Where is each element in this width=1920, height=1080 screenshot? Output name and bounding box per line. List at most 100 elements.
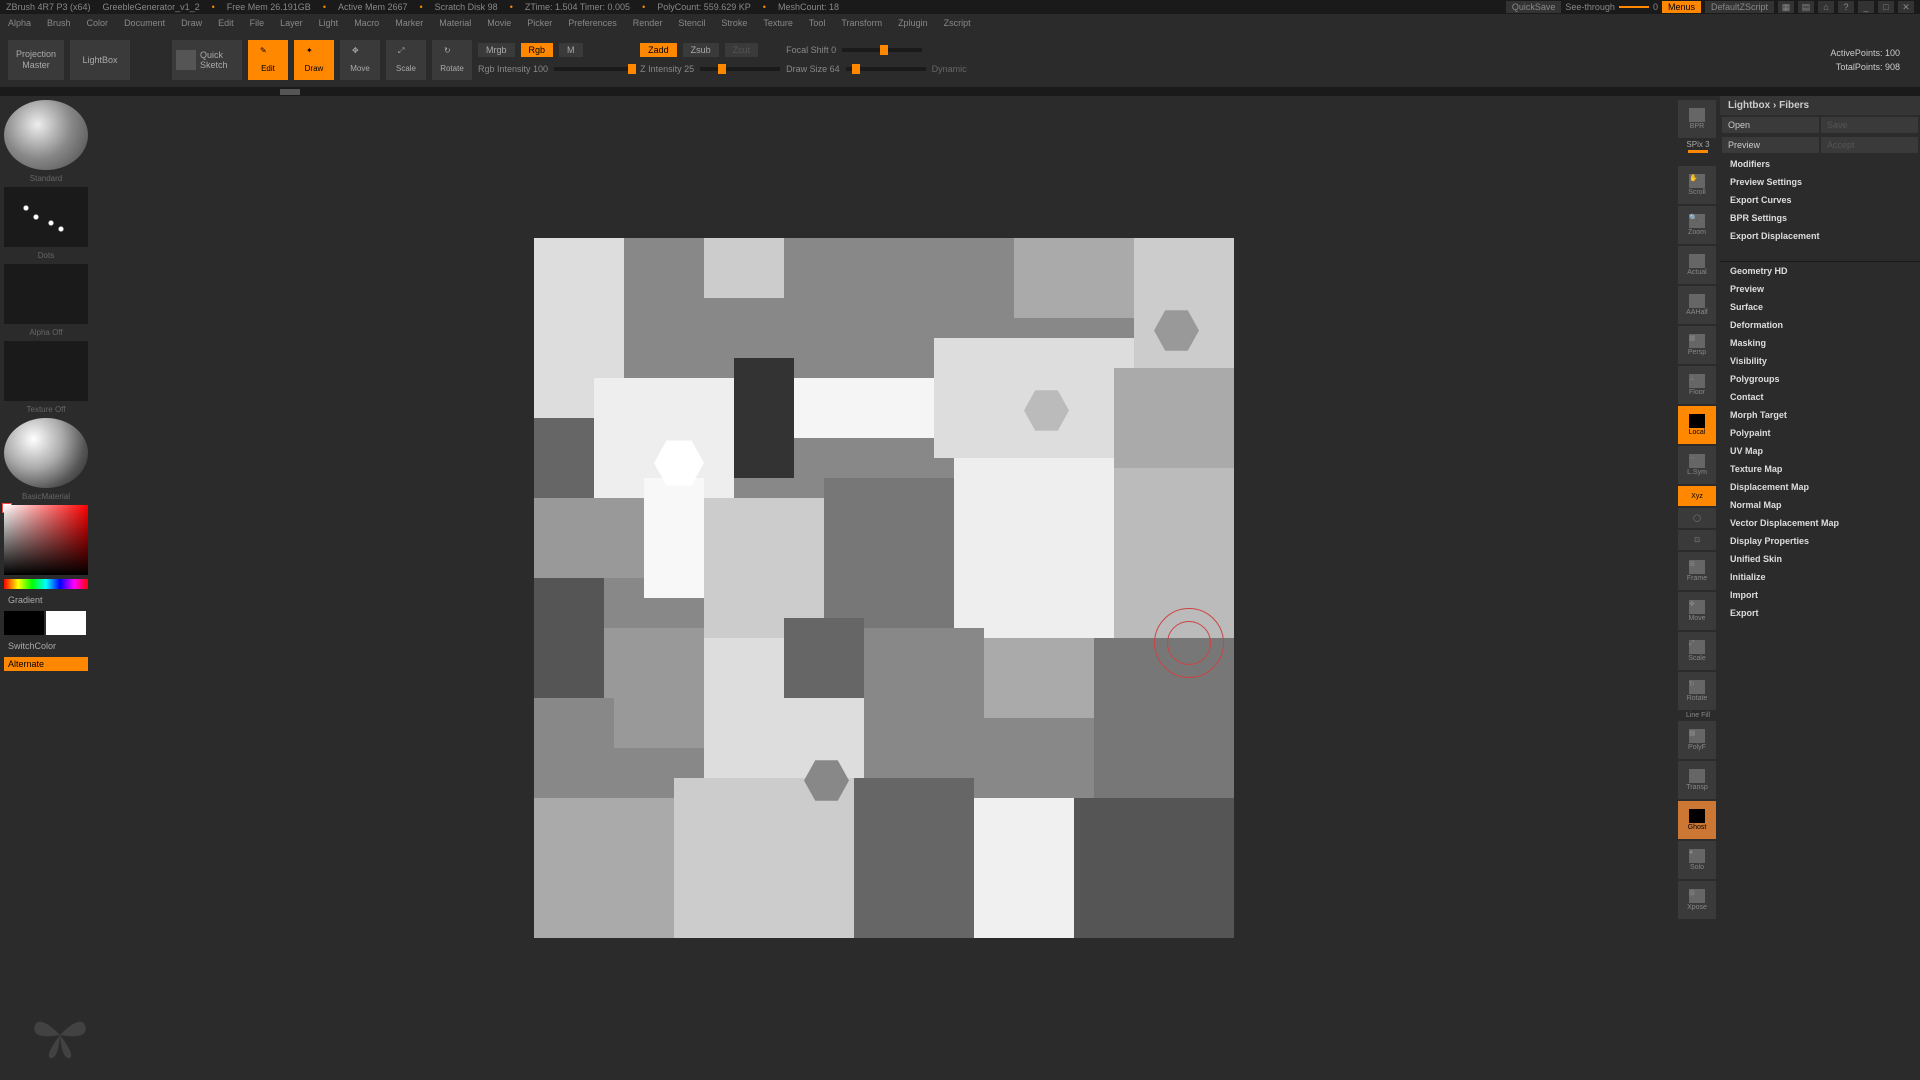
export-section[interactable]: Export xyxy=(1720,604,1920,622)
polyf-button[interactable]: ▦PolyF xyxy=(1678,721,1716,759)
geometry-hd-section[interactable]: Geometry HD xyxy=(1720,262,1920,280)
transp-button[interactable]: Transp xyxy=(1678,761,1716,799)
menu-alpha[interactable]: Alpha xyxy=(4,16,35,30)
menu-marker[interactable]: Marker xyxy=(391,16,427,30)
texture-selector[interactable] xyxy=(4,341,88,401)
shelf-scrollbar[interactable] xyxy=(0,88,1920,96)
texture-map-section[interactable]: Texture Map xyxy=(1720,460,1920,478)
vector-disp-map-section[interactable]: Vector Displacement Map xyxy=(1720,514,1920,532)
move-mode-button[interactable]: ✥Move xyxy=(340,40,380,80)
masking-section[interactable]: Masking xyxy=(1720,334,1920,352)
menu-preferences[interactable]: Preferences xyxy=(564,16,621,30)
lightbox-button[interactable]: LightBox xyxy=(70,40,130,80)
color-swatch-black[interactable] xyxy=(4,611,44,635)
color-swatch-white[interactable] xyxy=(46,611,86,635)
switchcolor-button[interactable]: SwitchColor xyxy=(4,639,88,653)
layout2-icon[interactable]: ▤ xyxy=(1798,1,1814,13)
stroke-selector[interactable] xyxy=(4,187,88,247)
preview-button[interactable]: Preview xyxy=(1722,137,1819,153)
menu-transform[interactable]: Transform xyxy=(837,16,886,30)
layout-icon[interactable]: ▦ xyxy=(1778,1,1794,13)
uv-map-section[interactable]: UV Map xyxy=(1720,442,1920,460)
menu-file[interactable]: File xyxy=(246,16,269,30)
home-icon[interactable]: ⌂ xyxy=(1818,1,1834,13)
menu-stencil[interactable]: Stencil xyxy=(674,16,709,30)
persp-button[interactable]: ▦Persp xyxy=(1678,326,1716,364)
display-properties-section[interactable]: Display Properties xyxy=(1720,532,1920,550)
menu-color[interactable]: Color xyxy=(83,16,113,30)
aahalf-button[interactable]: AAHalf xyxy=(1678,286,1716,324)
canvas[interactable] xyxy=(92,96,1676,1080)
lsym-button[interactable]: ↔L.Sym xyxy=(1678,446,1716,484)
initialize-section[interactable]: Initialize xyxy=(1720,568,1920,586)
draw-mode-button[interactable]: ✦Draw xyxy=(294,40,334,80)
menu-picker[interactable]: Picker xyxy=(523,16,556,30)
morph-target-section[interactable]: Morph Target xyxy=(1720,406,1920,424)
ghost-button[interactable]: Ghost xyxy=(1678,801,1716,839)
rgb-intensity-slider[interactable] xyxy=(554,67,634,71)
hue-slider[interactable] xyxy=(4,579,88,589)
local-button[interactable]: ●Local xyxy=(1678,406,1716,444)
unified-skin-section[interactable]: Unified Skin xyxy=(1720,550,1920,568)
gradient-button[interactable]: Gradient xyxy=(4,593,88,607)
bpr-button[interactable]: BPR xyxy=(1678,100,1716,138)
xpose-button[interactable]: ⊞Xpose xyxy=(1678,881,1716,919)
floor-button[interactable]: ⊥Floor xyxy=(1678,366,1716,404)
preview-section[interactable]: Preview xyxy=(1720,280,1920,298)
help-icon[interactable]: ? xyxy=(1838,1,1854,13)
surface-section[interactable]: Surface xyxy=(1720,298,1920,316)
rotate-mode-button[interactable]: ↻Rotate xyxy=(432,40,472,80)
zoom-rect-button[interactable]: ⊡ xyxy=(1678,530,1716,550)
scale-mode-button[interactable]: ⤢Scale xyxy=(386,40,426,80)
menus-button[interactable]: Menus xyxy=(1662,1,1701,13)
menu-stroke[interactable]: Stroke xyxy=(717,16,751,30)
zadd-button[interactable]: Zadd xyxy=(640,43,677,57)
rgb-button[interactable]: Rgb xyxy=(521,43,554,57)
canvas-rotate-button[interactable]: ↻Rotate xyxy=(1678,672,1716,710)
minimize-icon[interactable]: _ xyxy=(1858,1,1874,13)
m-button[interactable]: M xyxy=(559,43,583,57)
zcut-button[interactable]: Zcut xyxy=(725,43,759,57)
solo-button[interactable]: ●Solo xyxy=(1678,841,1716,879)
alternate-button[interactable]: Alternate xyxy=(4,657,88,671)
default-script[interactable]: DefaultZScript xyxy=(1705,1,1774,13)
preview-settings-section[interactable]: Preview Settings xyxy=(1720,173,1920,191)
quicksave-button[interactable]: QuickSave xyxy=(1506,1,1562,13)
canvas-move-button[interactable]: ✥Move xyxy=(1678,592,1716,630)
menu-brush[interactable]: Brush xyxy=(43,16,75,30)
deformation-section[interactable]: Deformation xyxy=(1720,316,1920,334)
dynamic-label[interactable]: Dynamic xyxy=(932,64,967,74)
menu-zplugin[interactable]: Zplugin xyxy=(894,16,932,30)
menu-texture[interactable]: Texture xyxy=(759,16,797,30)
alpha-selector[interactable] xyxy=(4,264,88,324)
rotation-button[interactable]: ◯ xyxy=(1678,508,1716,528)
document-canvas[interactable] xyxy=(534,238,1234,938)
xyz-button[interactable]: Xyz xyxy=(1678,486,1716,506)
displacement-map-section[interactable]: Displacement Map xyxy=(1720,478,1920,496)
material-selector[interactable] xyxy=(4,418,88,488)
spix-label[interactable]: SPix 3 xyxy=(1678,140,1718,154)
close-icon[interactable]: ✕ xyxy=(1898,1,1914,13)
scroll-button[interactable]: ✋Scroll xyxy=(1678,166,1716,204)
draw-size-slider[interactable] xyxy=(846,67,926,71)
export-displacement-section[interactable]: Export Displacement xyxy=(1720,227,1920,245)
contact-section[interactable]: Contact xyxy=(1720,388,1920,406)
focal-shift-slider[interactable] xyxy=(842,48,922,52)
menu-render[interactable]: Render xyxy=(629,16,667,30)
menu-movie[interactable]: Movie xyxy=(483,16,515,30)
modifiers-section[interactable]: Modifiers xyxy=(1720,155,1920,173)
menu-macro[interactable]: Macro xyxy=(350,16,383,30)
maximize-icon[interactable]: □ xyxy=(1878,1,1894,13)
polygroups-section[interactable]: Polygroups xyxy=(1720,370,1920,388)
quicksketch-button[interactable]: Quick Sketch xyxy=(172,40,242,80)
actual-button[interactable]: Actual xyxy=(1678,246,1716,284)
menu-zscript[interactable]: Zscript xyxy=(940,16,975,30)
frame-button[interactable]: ⊞Frame xyxy=(1678,552,1716,590)
bpr-settings-section[interactable]: BPR Settings xyxy=(1720,209,1920,227)
canvas-scale-button[interactable]: ⤢Scale xyxy=(1678,632,1716,670)
save-button[interactable]: Save xyxy=(1821,117,1918,133)
export-curves-section[interactable]: Export Curves xyxy=(1720,191,1920,209)
edit-mode-button[interactable]: ✎Edit xyxy=(248,40,288,80)
visibility-section[interactable]: Visibility xyxy=(1720,352,1920,370)
zsub-button[interactable]: Zsub xyxy=(683,43,719,57)
